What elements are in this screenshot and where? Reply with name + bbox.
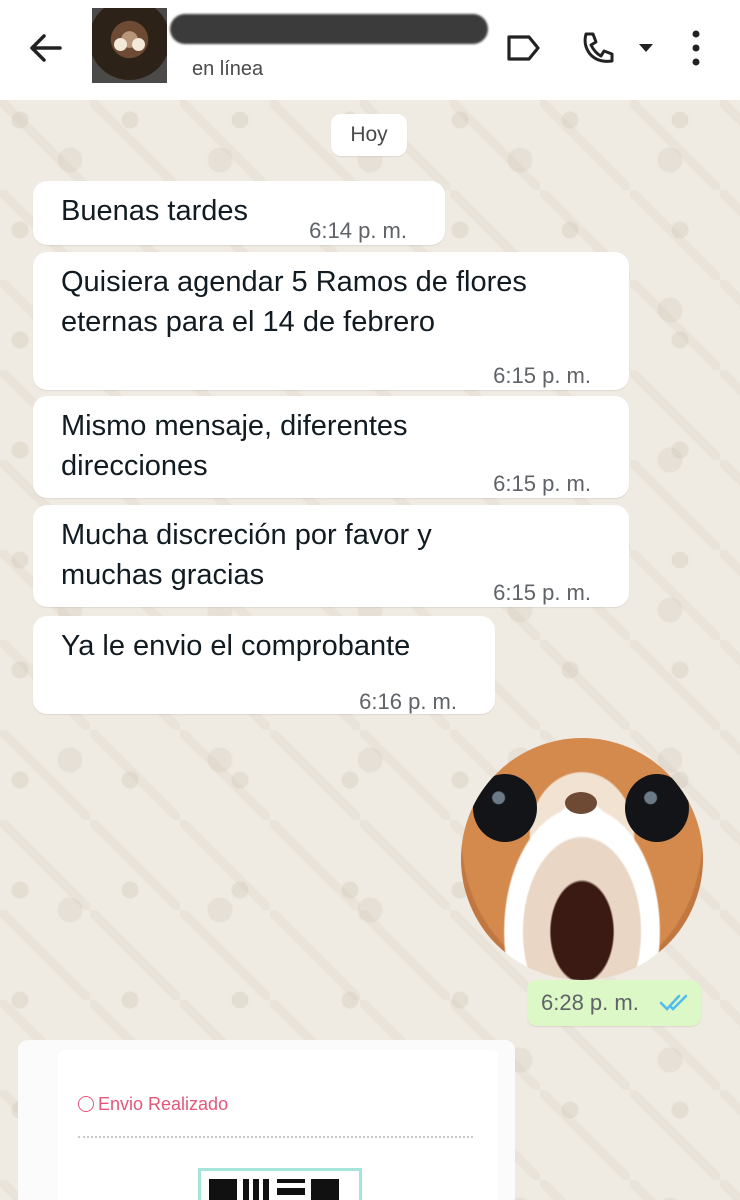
- message-time: 6:14 p. m.: [309, 218, 407, 243]
- chat-area[interactable]: Hoy Buenas tardes 6:14 p. m. Quisiera ag…: [0, 100, 740, 1200]
- message-time: 6:15 p. m.: [493, 471, 591, 496]
- more-vert-icon[interactable]: [686, 28, 706, 68]
- incoming-message[interactable]: Ya le envio el comprobante 6:16 p. m.: [33, 616, 495, 714]
- outgoing-message-meta: 6:28 p. m.: [527, 980, 701, 1026]
- download-circle-icon: [78, 1096, 94, 1112]
- receipt-title: Envio Realizado: [78, 1094, 228, 1115]
- message-time: 6:15 p. m.: [493, 363, 591, 388]
- day-chip: Hoy: [331, 114, 407, 156]
- cat-sticker[interactable]: [461, 738, 703, 980]
- receipt-title-text: Envio Realizado: [98, 1094, 229, 1114]
- message-time: 6:28 p. m.: [541, 990, 639, 1015]
- message-text: Mismo mensaje, diferentes direcciones: [61, 410, 408, 482]
- dropdown-icon[interactable]: [636, 38, 656, 58]
- arrow-back-icon[interactable]: [24, 26, 68, 70]
- divider: [78, 1136, 473, 1138]
- label-icon[interactable]: [503, 28, 543, 68]
- incoming-message[interactable]: Mismo mensaje, diferentes direcciones 6:…: [33, 396, 629, 498]
- incoming-message[interactable]: Mucha discreción por favor y muchas grac…: [33, 505, 629, 607]
- qr-code: [198, 1168, 362, 1200]
- avatar[interactable]: [92, 8, 167, 83]
- incoming-message[interactable]: Quisiera agendar 5 Ramos de flores etern…: [33, 252, 629, 390]
- receipt-card: Envio Realizado: [58, 1050, 498, 1200]
- incoming-message[interactable]: Buenas tardes 6:14 p. m.: [33, 181, 445, 245]
- message-text: Ya le envio el comprobante: [61, 630, 411, 662]
- double-check-icon: [659, 994, 688, 1011]
- contact-status: en línea: [192, 58, 264, 80]
- message-time: 6:15 p. m.: [493, 580, 591, 605]
- receipt-image-message[interactable]: Envio Realizado: [18, 1040, 515, 1200]
- message-text: Mucha discreción por favor y muchas grac…: [61, 519, 432, 591]
- message-text: Quisiera agendar 5 Ramos de flores etern…: [61, 266, 527, 338]
- phone-icon[interactable]: [578, 28, 618, 68]
- redacted-contact-name: [170, 14, 488, 44]
- chat-header: en línea: [0, 0, 740, 100]
- message-text: Buenas tardes: [61, 195, 249, 227]
- message-time: 6:16 p. m.: [359, 689, 457, 714]
